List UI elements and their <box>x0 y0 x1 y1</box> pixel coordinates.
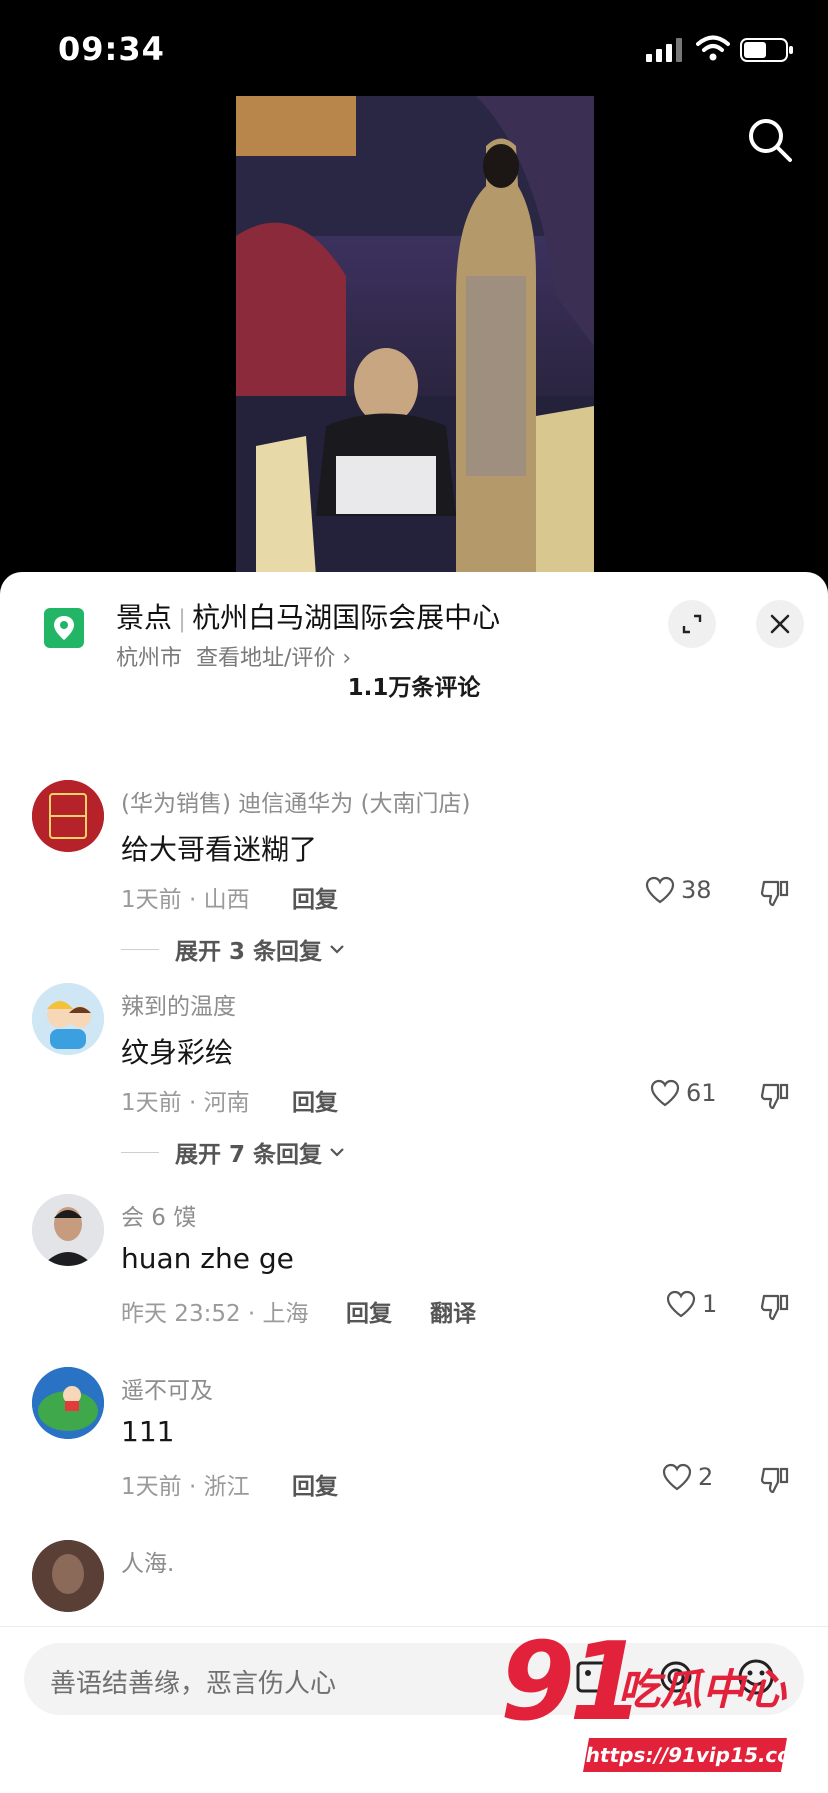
watermark-logo: 91 吃瓜中心 https://91vip15.com <box>500 1620 814 1772</box>
comment-text: huan zhe ge <box>121 1242 294 1275</box>
comment-meta: 1天前 · 山西 <box>121 887 250 913</box>
comment-text: 纹身彩绘 <box>121 1036 234 1069</box>
watermark-title: 吃瓜中心 <box>618 1665 787 1714</box>
poi-divider: | <box>178 605 187 633</box>
poi-card[interactable]: 景点 | 杭州白马湖国际会展中心 杭州市 查看地址/评价 › <box>0 572 828 682</box>
expand-divider <box>121 948 159 950</box>
comment-meta: 1天前 · 河南 <box>121 1090 250 1116</box>
avatar[interactable] <box>32 1194 104 1266</box>
heart-icon <box>666 1290 696 1318</box>
expand-replies-label: 展开 7 条回复 <box>175 1142 323 1168</box>
poi-name: 杭州白马湖国际会展中心 <box>192 601 501 634</box>
heart-icon <box>650 1079 680 1107</box>
expand-icon <box>682 614 702 634</box>
expand-replies-label: 展开 3 条回复 <box>175 939 323 965</box>
location-pin-icon <box>44 608 84 648</box>
comment-meta: 昨天 23:52 · 上海 <box>121 1301 309 1327</box>
reply-button[interactable]: 回复 <box>292 880 338 914</box>
chevron-down-icon <box>330 1148 344 1157</box>
cellular-signal-icon <box>646 38 682 62</box>
like-button[interactable]: 38 <box>645 876 712 904</box>
avatar-image <box>32 1367 104 1439</box>
comment-item[interactable]: 辣到的温度 纹身彩绘 1天前 · 河南 回复 61 展开 7 条回复 <box>0 983 828 1183</box>
avatar[interactable] <box>32 780 104 852</box>
avatar-image <box>32 1194 104 1266</box>
close-icon <box>770 614 790 634</box>
translate-button[interactable]: 翻译 <box>430 1294 476 1328</box>
like-count: 1 <box>702 1290 718 1318</box>
reply-button[interactable]: 回复 <box>292 1467 338 1501</box>
avatar[interactable] <box>32 1367 104 1439</box>
poi-title: 景点 | 杭州白马湖国际会展中心 <box>116 596 500 636</box>
expand-replies-button[interactable]: 展开 3 条回复 <box>121 932 346 966</box>
comment-item[interactable]: 遥不可及 111 1天前 · 浙江 回复 2 <box>0 1367 828 1517</box>
comment-username[interactable]: 遥不可及 <box>121 1371 213 1405</box>
close-button[interactable] <box>756 600 804 648</box>
comment-sheet: 景点 | 杭州白马湖国际会展中心 杭州市 查看地址/评价 › 1.1万条评论 (… <box>0 572 828 1792</box>
like-button[interactable]: 2 <box>662 1463 713 1491</box>
dislike-icon[interactable] <box>760 1465 790 1495</box>
expand-replies-button[interactable]: 展开 7 条回复 <box>121 1135 346 1169</box>
like-count: 2 <box>698 1463 714 1491</box>
dislike-icon[interactable] <box>760 878 790 908</box>
comment-username[interactable]: (华为销售) 迪信通华为 (大南门店) <box>121 784 471 818</box>
comment-item[interactable]: (华为销售) 迪信通华为 (大南门店) 给大哥看迷糊了 1天前 · 山西 回复 … <box>0 780 828 980</box>
chevron-down-icon <box>330 945 344 954</box>
like-count: 61 <box>686 1079 717 1107</box>
comment-text: 111 <box>121 1415 175 1448</box>
video-frame[interactable] <box>236 96 594 576</box>
status-bar: 09:34 <box>0 0 828 96</box>
battery-icon <box>740 38 793 62</box>
expand-divider <box>121 1151 159 1153</box>
status-time: 09:34 <box>58 30 165 68</box>
comment-item[interactable]: 人海. <box>0 1540 828 1630</box>
wifi-icon <box>696 35 730 61</box>
heart-icon <box>645 876 675 904</box>
watermark-url: https://91vip15.com <box>583 1738 814 1772</box>
video-player[interactable] <box>0 96 828 576</box>
heart-icon <box>662 1463 692 1491</box>
comment-item[interactable]: 会 6 馍 huan zhe ge 昨天 23:52 · 上海 回复 翻译 1 <box>0 1194 828 1344</box>
video-scene-image <box>236 96 594 576</box>
expand-button[interactable] <box>668 600 716 648</box>
search-icon[interactable] <box>746 116 794 164</box>
comment-meta: 1天前 · 浙江 <box>121 1474 250 1500</box>
poi-category: 景点 <box>116 601 173 634</box>
dislike-icon[interactable] <box>760 1292 790 1322</box>
comment-username[interactable]: 会 6 馍 <box>121 1198 196 1232</box>
comment-username[interactable]: 人海. <box>121 1544 174 1578</box>
avatar[interactable] <box>32 1540 104 1612</box>
avatar-image <box>32 983 104 1055</box>
comment-count: 1.1万条评论 <box>347 675 481 701</box>
comment-text: 给大哥看迷糊了 <box>121 833 318 866</box>
reply-button[interactable]: 回复 <box>346 1294 392 1328</box>
avatar-image <box>32 1540 104 1612</box>
like-count: 38 <box>681 876 712 904</box>
reply-button[interactable]: 回复 <box>292 1083 338 1117</box>
like-button[interactable]: 1 <box>666 1290 717 1318</box>
like-button[interactable]: 61 <box>650 1079 717 1107</box>
comment-username[interactable]: 辣到的温度 <box>121 987 236 1021</box>
avatar[interactable] <box>32 983 104 1055</box>
dislike-icon[interactable] <box>760 1081 790 1111</box>
comment-input-placeholder: 善语结善缘，恶言伤人心 <box>50 1669 337 1699</box>
avatar-image <box>32 780 104 852</box>
